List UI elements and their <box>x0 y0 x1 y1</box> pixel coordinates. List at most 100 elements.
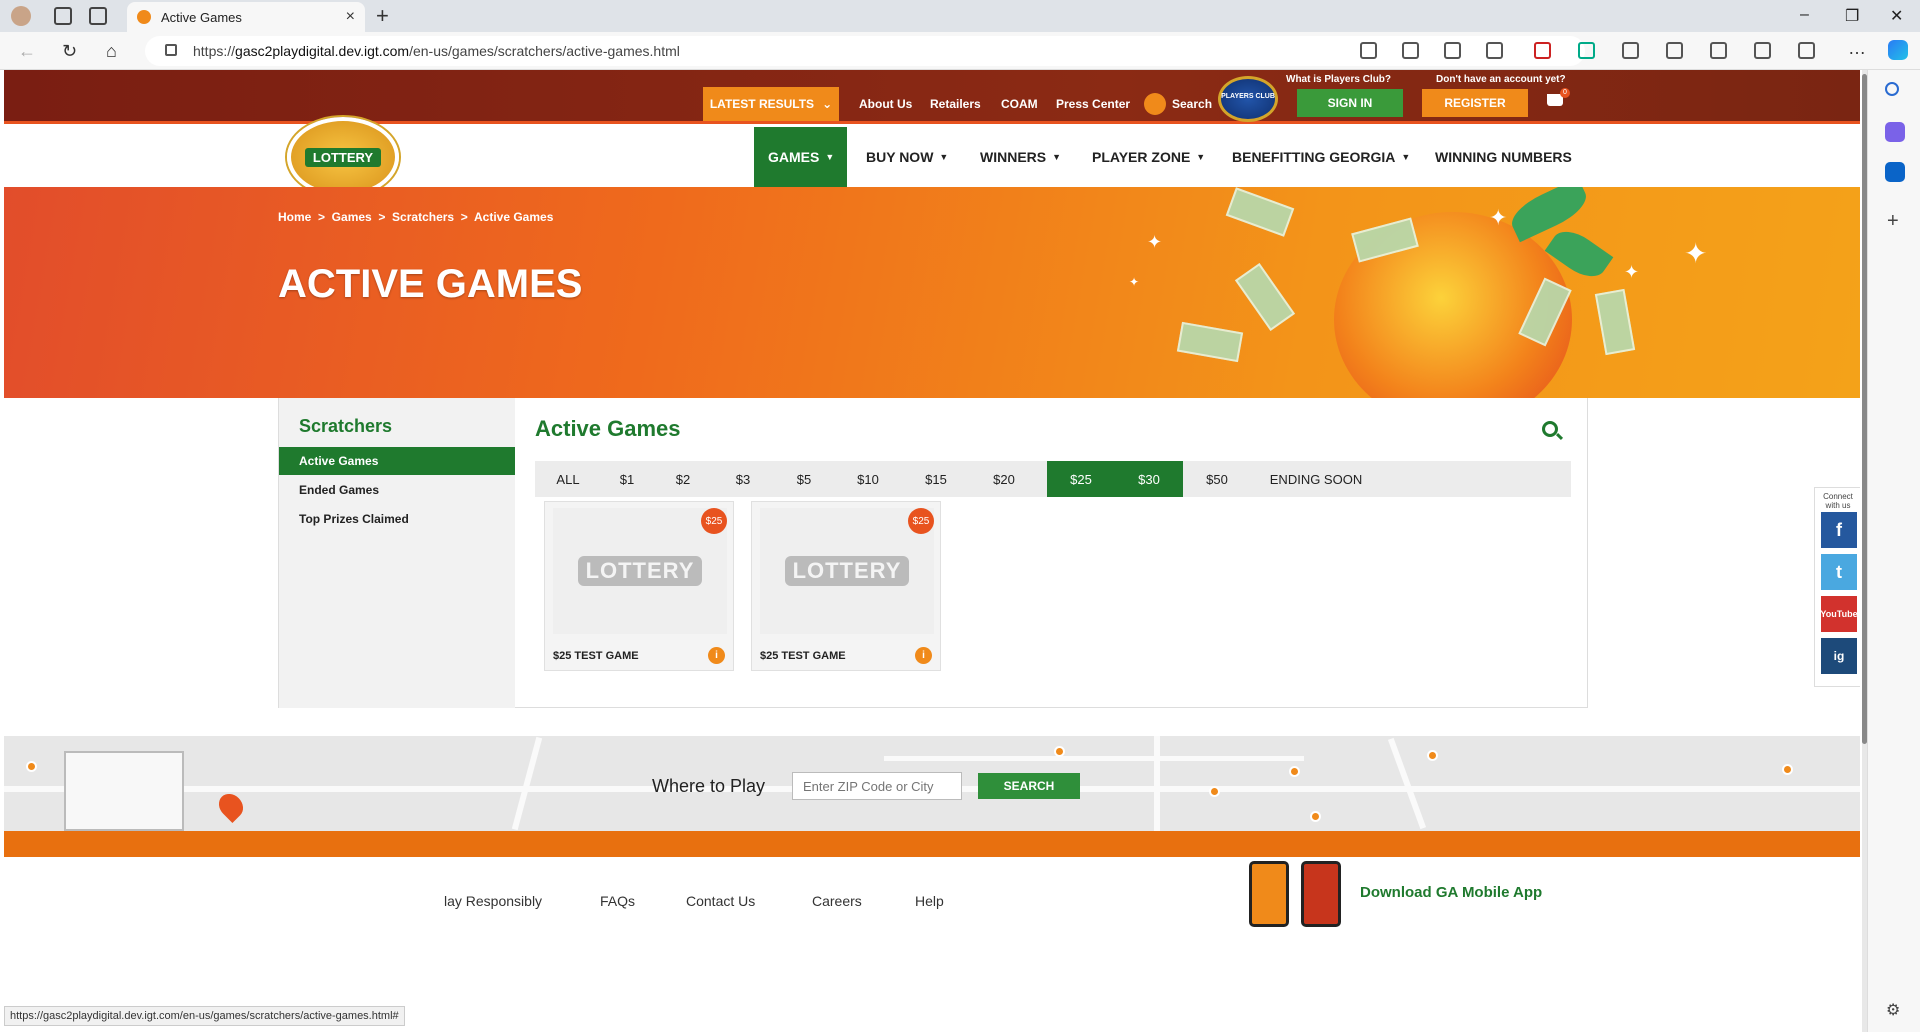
twitter-icon[interactable]: t <box>1821 554 1857 590</box>
sidebar-item-top-prizes-claimed[interactable]: Top Prizes Claimed <box>279 505 515 533</box>
search-icon[interactable] <box>1542 421 1558 437</box>
georgia-lottery-logo[interactable]: LOTTERY <box>287 117 399 197</box>
site-info-icon[interactable] <box>165 44 177 56</box>
retailers-link[interactable]: Retailers <box>930 97 981 111</box>
filter-ending-soon[interactable]: ENDING SOON <box>1251 461 1381 497</box>
split-screen-icon[interactable] <box>1666 42 1683 59</box>
restore-icon[interactable]: ❐ <box>1845 6 1859 26</box>
performance-icon[interactable] <box>1798 42 1815 59</box>
content-panel: Scratchers Active Games Ended Games Top … <box>278 398 1588 708</box>
nav-winning-numbers[interactable]: WINNING NUMBERS <box>1421 127 1586 187</box>
game-image-placeholder[interactable]: LOTTERY <box>760 508 934 634</box>
game-name[interactable]: $25 TEST GAME <box>553 650 639 662</box>
youtube-icon[interactable]: YouTube <box>1820 596 1858 632</box>
filter-30[interactable]: $30 <box>1115 461 1183 497</box>
sidebar-item-active-games[interactable]: Active Games <box>279 447 515 475</box>
copilot-sidebar-icon[interactable] <box>1885 122 1905 142</box>
filter-25[interactable]: $25 <box>1047 461 1115 497</box>
nav-buy-now[interactable]: BUY NOW ▼ <box>852 127 962 187</box>
players-club-question[interactable]: What is Players Club? <box>1286 74 1391 85</box>
filter-20[interactable]: $20 <box>971 461 1037 497</box>
where-to-play-search-button[interactable]: SEARCH <box>978 773 1080 799</box>
map-pin-icon <box>1054 746 1065 757</box>
sidebar-item-ended-games[interactable]: Ended Games <box>279 476 515 504</box>
workspaces-icon[interactable] <box>54 7 72 25</box>
filter-all[interactable]: ALL <box>535 461 601 497</box>
game-card[interactable]: LOTTERY $25 $25 TEST GAME i <box>751 501 941 671</box>
footer-link-help[interactable]: Help <box>915 893 944 909</box>
filter-10[interactable]: $10 <box>835 461 901 497</box>
app-available-icon[interactable] <box>1402 42 1419 59</box>
scrollbar-thumb[interactable] <box>1862 74 1867 744</box>
read-aloud-icon[interactable] <box>1444 42 1461 59</box>
new-tab-icon[interactable]: + <box>376 3 389 29</box>
facebook-icon[interactable]: f <box>1821 512 1857 548</box>
home-icon[interactable]: ⌂ <box>106 41 117 62</box>
filter-2[interactable]: $2 <box>653 461 713 497</box>
sign-in-button[interactable]: SIGN IN <box>1297 89 1403 117</box>
extensions-icon[interactable] <box>1622 42 1639 59</box>
extension-red-icon[interactable] <box>1534 42 1551 59</box>
browser-tab-active[interactable]: Active Games × <box>127 2 365 32</box>
filter-1[interactable]: $1 <box>601 461 653 497</box>
search-icon[interactable] <box>1885 82 1899 96</box>
game-name[interactable]: $25 TEST GAME <box>760 650 846 662</box>
nav-player-zone[interactable]: PLAYER ZONE ▼ <box>1078 127 1219 187</box>
close-tab-icon[interactable]: × <box>346 8 355 26</box>
cart-count-badge: 0 <box>1560 88 1570 98</box>
game-image-placeholder[interactable]: LOTTERY <box>553 508 727 634</box>
immersive-reader-icon[interactable] <box>1360 42 1377 59</box>
nav-player-zone-label: PLAYER ZONE <box>1092 149 1191 165</box>
players-club-logo[interactable]: PLAYERS CLUB <box>1218 76 1278 122</box>
breadcrumb[interactable]: Home > Games > Scratchers > Active Games <box>278 210 553 224</box>
footer-link-faqs[interactable]: FAQs <box>600 893 635 909</box>
coam-link[interactable]: COAM <box>1001 97 1038 111</box>
search-icon[interactable] <box>1144 93 1166 115</box>
lottery-placeholder-logo: LOTTERY <box>784 556 910 586</box>
caret-down-icon: ▼ <box>939 152 949 162</box>
footer-link-contact-us[interactable]: Contact Us <box>686 893 755 909</box>
url-domain: gasc2playdigital.dev.igt.com <box>235 43 410 59</box>
extension-teal-icon[interactable] <box>1578 42 1595 59</box>
outlook-icon[interactable] <box>1885 162 1905 182</box>
back-icon[interactable]: ← <box>18 41 36 62</box>
filter-5[interactable]: $5 <box>773 461 835 497</box>
zip-city-input[interactable] <box>792 772 962 800</box>
info-icon[interactable]: i <box>708 647 725 664</box>
collections-icon[interactable] <box>1754 42 1771 59</box>
press-center-link[interactable]: Press Center <box>1056 97 1130 111</box>
settings-more-icon[interactable]: … <box>1848 38 1866 59</box>
filter-3[interactable]: $3 <box>713 461 773 497</box>
instagram-icon[interactable]: ig <box>1821 638 1857 674</box>
register-button[interactable]: REGISTER <box>1422 89 1528 117</box>
about-us-link[interactable]: About Us <box>859 97 912 111</box>
latest-results-button[interactable]: LATEST RESULTS ⌄ <box>703 87 839 121</box>
close-window-icon[interactable]: ✕ <box>1890 6 1903 26</box>
info-icon[interactable]: i <box>915 647 932 664</box>
favorites-icon[interactable] <box>1710 42 1727 59</box>
refresh-icon[interactable]: ↻ <box>62 41 77 62</box>
footer-link-play-responsibly[interactable]: lay Responsibly <box>444 893 542 909</box>
nav-winners[interactable]: WINNERS ▼ <box>966 127 1075 187</box>
game-card[interactable]: LOTTERY $25 $25 TEST GAME i <box>544 501 734 671</box>
money-bill-graphic <box>1594 288 1636 356</box>
search-link[interactable]: Search <box>1172 97 1212 111</box>
nav-winners-label: WINNERS <box>980 149 1047 165</box>
favorite-star-icon[interactable] <box>1486 42 1503 59</box>
nav-benefitting-georgia[interactable]: BENEFITTING GEORGIA ▼ <box>1218 127 1424 187</box>
page-scrollbar[interactable] <box>1862 70 1867 1032</box>
section-title: Active Games <box>535 416 681 441</box>
tab-actions-icon[interactable] <box>89 7 107 25</box>
sidebar-settings-icon[interactable]: ⚙ <box>1886 1000 1900 1020</box>
add-sidebar-app-icon[interactable]: + <box>1887 210 1899 233</box>
chevron-down-icon: ⌄ <box>822 97 833 111</box>
profile-avatar[interactable] <box>11 6 31 26</box>
where-to-play-label: Where to Play <box>652 776 766 796</box>
footer-link-careers[interactable]: Careers <box>812 893 862 909</box>
copilot-icon[interactable] <box>1888 40 1908 60</box>
filter-50[interactable]: $50 <box>1183 461 1251 497</box>
filter-15[interactable]: $15 <box>901 461 971 497</box>
minimize-icon[interactable]: – <box>1800 6 1809 24</box>
nav-games[interactable]: GAMES ▼ <box>754 127 847 187</box>
download-app-link[interactable]: Download GA Mobile App <box>1360 884 1542 901</box>
